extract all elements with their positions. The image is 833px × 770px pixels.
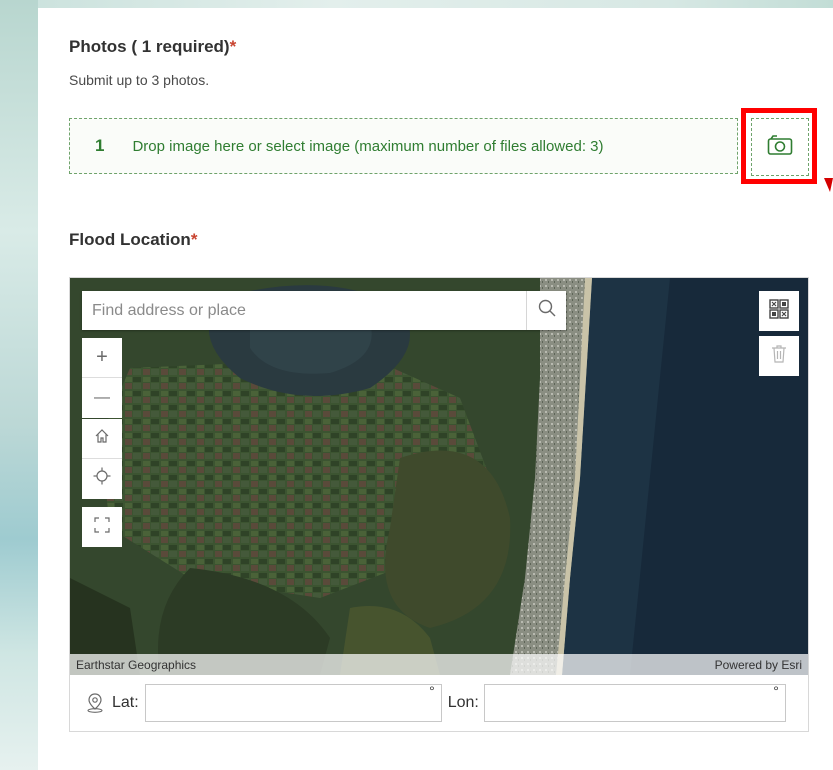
camera-icon xyxy=(767,134,793,161)
annotation-arrow-tip xyxy=(824,178,833,192)
longitude-field: ° xyxy=(483,683,786,722)
map-search-input[interactable] xyxy=(82,291,526,330)
satellite-imagery xyxy=(70,278,808,675)
search-icon xyxy=(538,299,556,322)
longitude-label: Lon: xyxy=(447,694,479,711)
delete-button[interactable] xyxy=(759,336,799,376)
map-search-button[interactable] xyxy=(526,291,566,330)
photo-count: 1 xyxy=(95,136,105,155)
attribution-powered-by[interactable]: Powered by Esri xyxy=(715,658,802,672)
latitude-label: Lat: xyxy=(112,694,139,711)
camera-button[interactable] xyxy=(751,118,809,176)
latitude-input[interactable] xyxy=(145,685,441,721)
photos-title-text: Photos ( 1 required) xyxy=(69,37,230,56)
required-mark: * xyxy=(190,230,198,249)
qr-grid-icon xyxy=(769,298,789,324)
photos-help-text: Submit up to 3 photos. xyxy=(69,72,210,88)
fullscreen-button[interactable] xyxy=(82,507,122,547)
location-title-text: Flood Location xyxy=(69,230,191,249)
locate-button[interactable] xyxy=(82,459,122,499)
select-features-button[interactable] xyxy=(759,291,799,331)
map-view[interactable]: + — xyxy=(70,278,808,675)
drop-zone-text[interactable]: Drop image here or select image (maximum… xyxy=(132,138,603,155)
longitude-input[interactable] xyxy=(484,685,785,721)
degree-symbol: ° xyxy=(773,683,779,699)
map-attribution: Earthstar Geographics Powered by Esri xyxy=(70,654,808,675)
location-title: Flood Location* xyxy=(69,230,197,250)
map-widget: + — xyxy=(69,277,809,732)
photos-title: Photos ( 1 required)* xyxy=(69,37,236,57)
background-side-band xyxy=(0,0,38,770)
degree-symbol: ° xyxy=(429,683,435,699)
plus-icon: + xyxy=(96,346,108,368)
attribution-source: Earthstar Geographics xyxy=(76,657,197,672)
map-pin-icon xyxy=(86,693,104,713)
coordinate-inputs: Lat: ° Lon: ° xyxy=(70,675,808,731)
background-top-band xyxy=(0,0,833,8)
zoom-out-button[interactable]: — xyxy=(82,378,122,418)
minus-icon: — xyxy=(94,389,110,406)
map-search-box xyxy=(82,291,566,330)
fullscreen-icon xyxy=(94,516,110,539)
latitude-field: ° xyxy=(144,683,442,722)
trash-icon xyxy=(771,344,787,368)
home-icon xyxy=(94,427,110,450)
locate-icon xyxy=(93,467,111,491)
zoom-in-button[interactable]: + xyxy=(82,338,122,378)
home-button[interactable] xyxy=(82,419,122,459)
required-mark: * xyxy=(229,37,237,56)
image-drop-zone[interactable]: 1 Drop image here or select image (maxim… xyxy=(69,118,738,174)
